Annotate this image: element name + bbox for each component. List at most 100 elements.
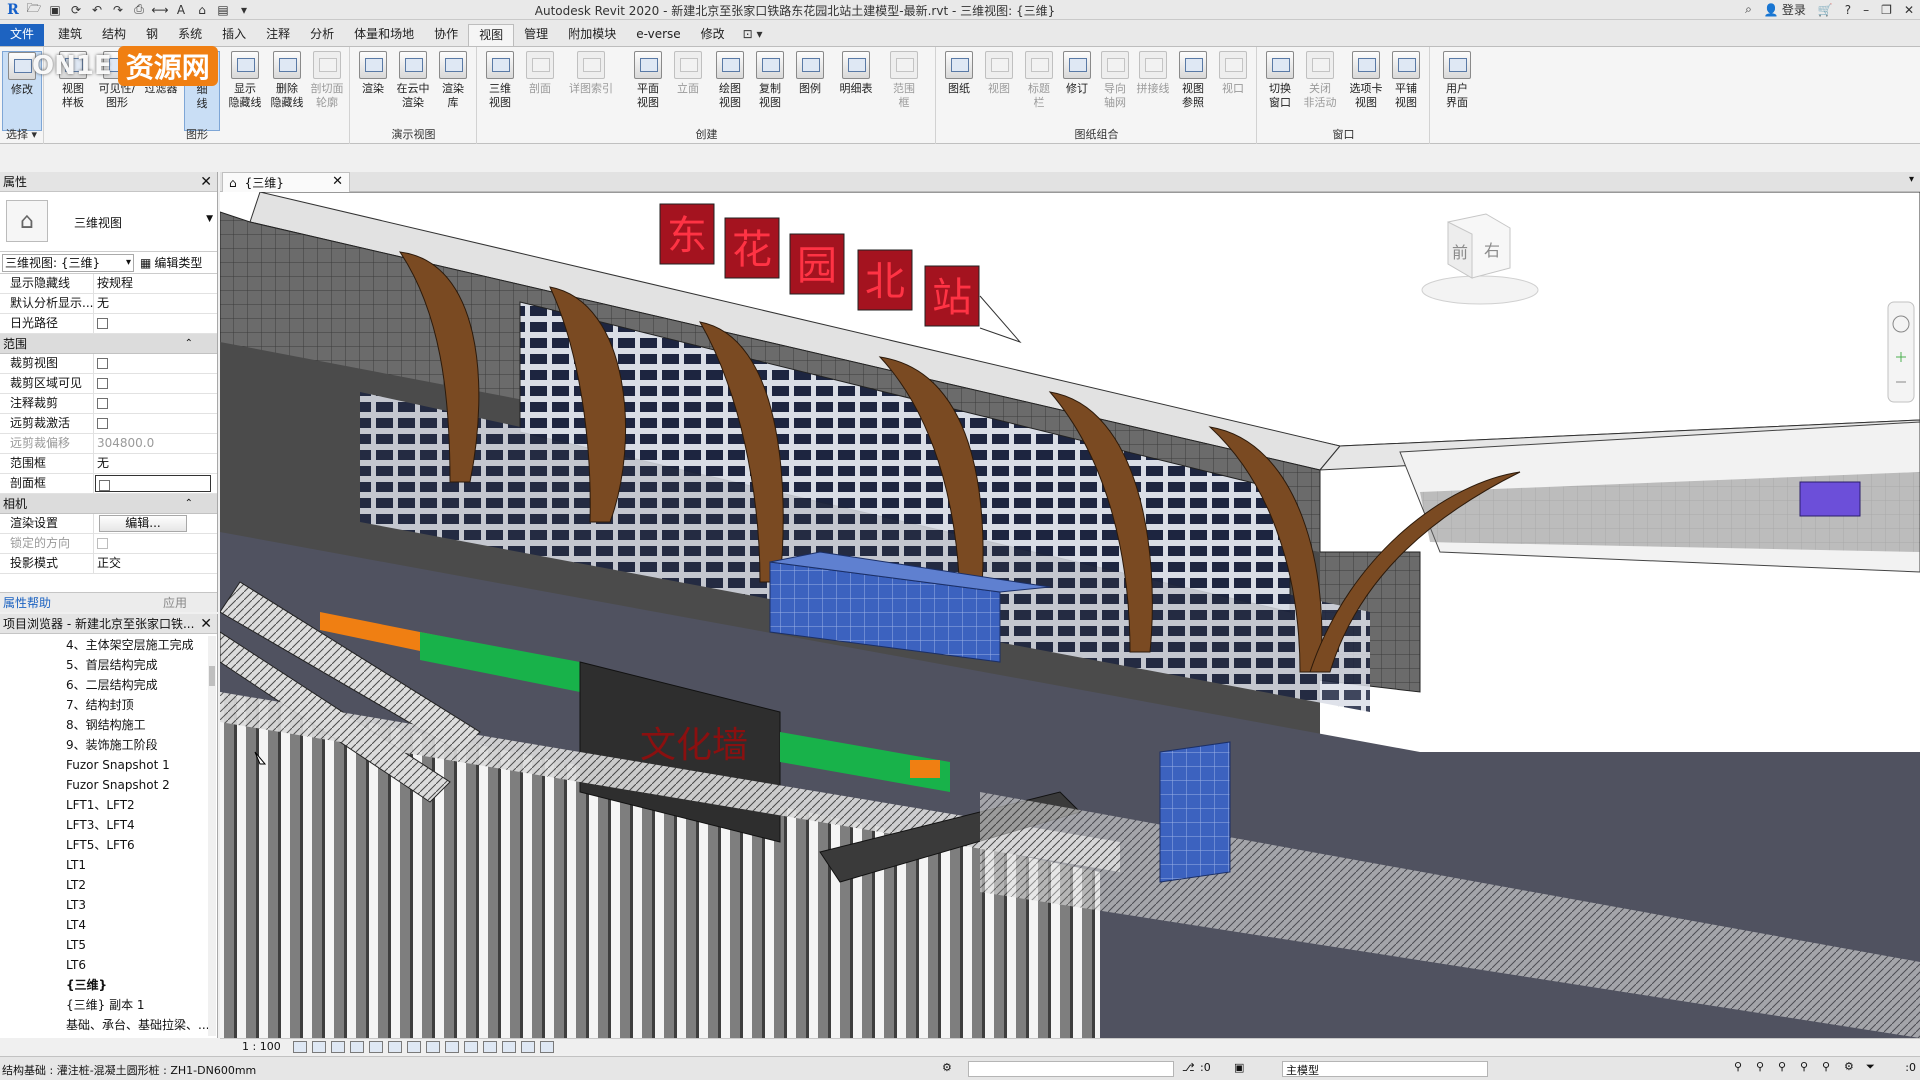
design-option-dropdown[interactable]: 主模型	[1282, 1061, 1488, 1077]
list-item[interactable]: 5、首层结构完成	[0, 655, 210, 675]
show-crop-icon[interactable]	[406, 1040, 421, 1053]
reveal-constraints-icon[interactable]	[539, 1040, 554, 1053]
tab-architecture[interactable]: 建筑	[48, 24, 92, 46]
lock-view-icon[interactable]	[425, 1040, 440, 1053]
select-underlay-icon[interactable]: ⚲	[1756, 1060, 1770, 1074]
close-inactive-button[interactable]: 关闭 非活动	[1300, 51, 1340, 110]
apply-button[interactable]: 应用	[163, 594, 187, 611]
tab-annotate[interactable]: 注释	[256, 24, 300, 46]
scope-box-button[interactable]: 范围 框	[884, 51, 924, 110]
duplicate-view-button[interactable]: 复制 视图	[750, 51, 790, 110]
help-icon[interactable]: ?	[1845, 3, 1851, 17]
select-links-icon[interactable]: ⚲	[1734, 1060, 1748, 1074]
tab-manage[interactable]: 管理	[514, 24, 558, 46]
tab-massing-site[interactable]: 体量和场地	[344, 24, 424, 46]
annotation-crop-checkbox[interactable]	[97, 398, 108, 409]
instance-selector[interactable]: 三维视图: {三维}	[2, 253, 134, 272]
sun-path-icon[interactable]	[330, 1040, 345, 1053]
tab-views-button[interactable]: 选项卡 视图	[1344, 51, 1388, 110]
tab-insert[interactable]: 插入	[212, 24, 256, 46]
view-reference-button[interactable]: 视图 参照	[1173, 51, 1213, 110]
temporary-hide-icon[interactable]	[444, 1040, 459, 1053]
list-item[interactable]: LFT5、LFT6	[0, 835, 210, 855]
switch-windows-button[interactable]: 切换 窗口	[1260, 51, 1300, 110]
tab-addins[interactable]: 附加模块	[558, 24, 626, 46]
search-icon[interactable]: ⌕	[1745, 2, 1752, 17]
tile-views-button[interactable]: 平铺 视图	[1386, 51, 1426, 110]
revisions-button[interactable]: 修订	[1057, 51, 1097, 96]
tab-file[interactable]: 文件	[0, 24, 45, 46]
camera-section[interactable]: 相机 ⌃	[0, 494, 217, 514]
cart-icon[interactable]: 🛒	[1818, 3, 1833, 17]
tab-structure[interactable]: 结构	[92, 24, 136, 46]
legends-button[interactable]: 图例	[790, 51, 830, 96]
list-item[interactable]: LFT1、LFT2	[0, 795, 210, 815]
restore-icon[interactable]: ❐	[1881, 3, 1892, 17]
drafting-view-button[interactable]: 绘图 视图	[710, 51, 750, 110]
crop-region-visible-checkbox[interactable]	[97, 378, 108, 389]
worksharing-icon[interactable]: ⚙	[942, 1061, 952, 1074]
scrollbar-thumb[interactable]	[209, 666, 215, 686]
shadows-icon[interactable]	[349, 1040, 364, 1053]
sun-path-checkbox[interactable]	[97, 318, 108, 329]
section-box-checkbox[interactable]	[99, 480, 110, 491]
cut-profile-button[interactable]: 剖切面 轮廓	[307, 51, 347, 110]
list-item[interactable]: LT3	[0, 895, 210, 915]
analysis-display-icon[interactable]	[501, 1040, 516, 1053]
tab-view[interactable]: 视图	[468, 24, 515, 46]
browser-scrollbar[interactable]	[208, 636, 216, 1036]
properties-help-link[interactable]: 属性帮助	[3, 594, 51, 611]
elevation-button[interactable]: 立面	[668, 51, 708, 96]
3d-view-button[interactable]: 三维 视图	[480, 51, 520, 110]
drag-on-selection-icon[interactable]: ⚲	[1822, 1060, 1836, 1074]
list-item[interactable]: {三维}	[0, 975, 210, 995]
tab-modify[interactable]: 修改	[691, 24, 735, 46]
type-selector[interactable]: ⌂ 三维视图 ▼	[0, 192, 217, 252]
tab-collaborate[interactable]: 协作	[424, 24, 468, 46]
crop-view-icon[interactable]	[387, 1040, 402, 1053]
detail-level-icon[interactable]	[292, 1040, 307, 1053]
render-button[interactable]: 渲染	[353, 51, 393, 96]
background-process-icon[interactable]: ⚙	[1844, 1060, 1858, 1074]
workset-dropdown[interactable]	[968, 1061, 1174, 1077]
list-item[interactable]: LFT3、LFT4	[0, 815, 210, 835]
design-options-icon[interactable]: ▣	[1234, 1061, 1244, 1074]
visual-style-icon[interactable]	[311, 1040, 326, 1053]
extents-section[interactable]: 范围 ⌃	[0, 334, 217, 354]
plan-view-button[interactable]: 平面 视图	[628, 51, 668, 110]
list-item[interactable]: 8、钢结构施工	[0, 715, 210, 735]
select-group-label[interactable]: 选择 ▾	[0, 126, 43, 142]
select-pinned-icon[interactable]: ⚲	[1778, 1060, 1792, 1074]
close-icon[interactable]: ✕	[200, 172, 212, 192]
view-tab-3d[interactable]: ⌂ {三维} ✕	[222, 172, 350, 192]
list-item[interactable]: {三维} 副本 1	[0, 995, 210, 1015]
worksharing-display-icon[interactable]	[482, 1040, 497, 1053]
render-gallery-button[interactable]: 渲染 库	[433, 51, 473, 110]
tab-everse[interactable]: e-verse	[626, 24, 690, 46]
select-by-face-icon[interactable]: ⚲	[1800, 1060, 1814, 1074]
list-item[interactable]: 7、结构封顶	[0, 695, 210, 715]
callout-button[interactable]: 详图索引	[566, 51, 616, 96]
filter-icon[interactable]: ⏷	[1866, 1060, 1880, 1074]
edit-type-button[interactable]: ▦ 编辑类型	[140, 254, 202, 271]
user-interface-button[interactable]: 用户 界面	[1437, 51, 1477, 110]
close-icon[interactable]: ✕	[200, 614, 212, 634]
section-button[interactable]: 剖面	[520, 51, 560, 96]
render-settings-edit-button[interactable]: 编辑...	[99, 515, 187, 532]
minimize-icon[interactable]: –	[1863, 3, 1869, 17]
chevron-down-icon[interactable]: ▾	[1909, 174, 1914, 185]
crop-view-checkbox[interactable]	[97, 358, 108, 369]
render-dialog-icon[interactable]	[368, 1040, 383, 1053]
far-clip-active-checkbox[interactable]	[97, 418, 108, 429]
guide-grid-button[interactable]: 导向 轴网	[1095, 51, 1135, 110]
title-block-button[interactable]: 标题 栏	[1019, 51, 1059, 110]
login-button[interactable]: 👤 登录	[1764, 1, 1806, 18]
list-item[interactable]: 4、主体架空层施工完成	[0, 635, 210, 655]
editing-requests-icon[interactable]: ⎇	[1182, 1061, 1195, 1074]
tab-steel[interactable]: 钢	[136, 24, 168, 46]
close-icon[interactable]: ✕	[1904, 3, 1914, 17]
matchline-button[interactable]: 拼接线	[1133, 51, 1173, 96]
list-item[interactable]: 6、二层结构完成	[0, 675, 210, 695]
close-icon[interactable]: ✕	[332, 174, 343, 189]
highlight-displacement-icon[interactable]	[520, 1040, 535, 1053]
